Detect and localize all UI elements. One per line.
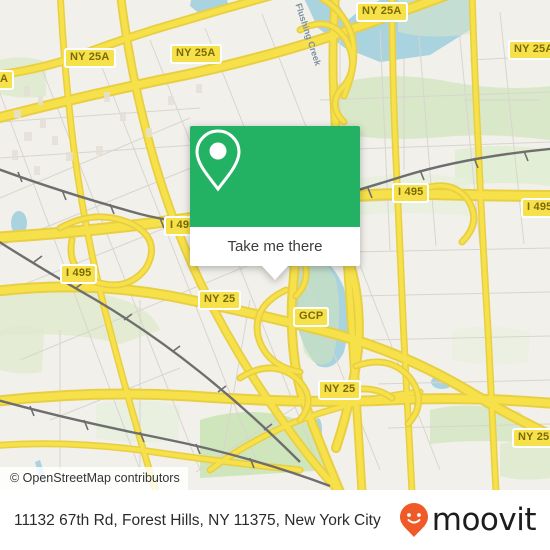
road-shield: NY 25A — [508, 40, 550, 60]
road-shield: NY 25A — [64, 48, 116, 68]
osm-attribution[interactable]: © OpenStreetMap contributors — [0, 467, 188, 490]
moovit-logo[interactable]: moovit — [399, 501, 537, 538]
location-address: 11132 67th Rd, Forest Hills, NY 11375, N… — [14, 511, 381, 529]
road-shield: NY 25A — [170, 44, 222, 64]
road-shield: NY 25 — [512, 428, 550, 448]
road-shield: I 495 — [521, 198, 550, 218]
road-shield: GCP — [293, 307, 330, 327]
road-shield: NY 25A — [356, 2, 408, 22]
road-shield: NY 25 — [318, 380, 362, 400]
map-pin-icon — [195, 129, 241, 192]
road-shield: I 495 — [392, 183, 430, 203]
road-shield: NY 25 — [198, 290, 242, 310]
road-shield: A — [0, 70, 15, 90]
popup-card-header — [190, 126, 360, 227]
location-popup-card[interactable]: Take me there — [190, 126, 360, 280]
moovit-wordmark: moovit — [431, 501, 537, 538]
moovit-smiley-pin-icon — [399, 503, 428, 537]
map-canvas[interactable]: NY 25A A NY 25A NY 25A NY 25A I 495 I 49… — [0, 0, 550, 490]
take-me-there-button[interactable]: Take me there — [190, 227, 360, 266]
take-me-there-label: Take me there — [227, 238, 323, 255]
map-screenshot-root: NY 25A A NY 25A NY 25A NY 25A I 495 I 49… — [0, 0, 550, 550]
footer-bar: 11132 67th Rd, Forest Hills, NY 11375, N… — [0, 490, 550, 550]
road-shield: I 495 — [60, 264, 98, 284]
popup-card-tail — [262, 266, 288, 280]
